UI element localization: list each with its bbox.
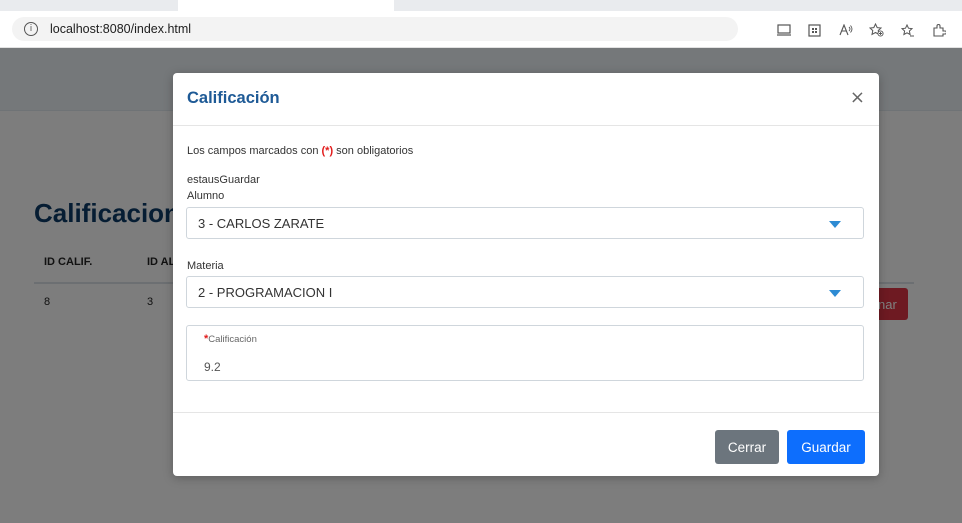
- modal-footer: Cerrar Guardar: [173, 413, 879, 477]
- favorite-add-icon[interactable]: [861, 19, 892, 41]
- extensions-icon[interactable]: [923, 19, 954, 41]
- cerrar-button[interactable]: Cerrar: [715, 430, 779, 464]
- calificacion-field[interactable]: *Calificación 9.2: [186, 325, 864, 381]
- info-icon[interactable]: i: [24, 22, 38, 36]
- active-tab[interactable]: [178, 0, 394, 11]
- modal-header: Calificación ×: [173, 73, 879, 126]
- modal-body: Los campos marcados con (*) son obligato…: [173, 126, 879, 413]
- url-text[interactable]: localhost:8080/index.html: [50, 22, 191, 36]
- alumno-selected-value: 3 - CARLOS ZARATE: [198, 216, 325, 231]
- caret-down-icon: [829, 290, 841, 297]
- grid-icon[interactable]: [799, 19, 830, 41]
- required-note-suffix: son obligatorios: [333, 145, 414, 157]
- close-icon[interactable]: ×: [850, 88, 865, 108]
- read-aloud-icon[interactable]: [830, 19, 861, 41]
- grade-modal: Calificación × Los campos marcados con (…: [173, 73, 879, 476]
- materia-label: Materia: [187, 260, 224, 272]
- modal-title: Calificación: [187, 89, 280, 107]
- favorites-icon[interactable]: [892, 19, 923, 41]
- required-marker: (*): [321, 145, 334, 157]
- required-note-prefix: Los campos marcados con: [187, 145, 322, 157]
- browser-toolbar: [768, 19, 954, 41]
- save-status-text: estausGuardar: [187, 174, 260, 186]
- calificacion-label-text: Calificación: [208, 334, 257, 345]
- address-bar: i localhost:8080/index.html: [0, 11, 962, 48]
- calificacion-input[interactable]: 9.2: [204, 360, 221, 374]
- alumno-select[interactable]: 3 - CARLOS ZARATE: [186, 207, 864, 239]
- app-available-icon[interactable]: [768, 19, 799, 41]
- alumno-label: Alumno: [187, 190, 225, 202]
- guardar-button[interactable]: Guardar: [787, 430, 865, 464]
- required-fields-note: Los campos marcados con (*) son obligato…: [187, 145, 413, 157]
- tab-strip: [0, 0, 962, 11]
- materia-select[interactable]: 2 - PROGRAMACION I: [186, 276, 864, 308]
- caret-down-icon: [829, 221, 841, 228]
- materia-selected-value: 2 - PROGRAMACION I: [198, 285, 333, 300]
- url-field[interactable]: i localhost:8080/index.html: [12, 17, 738, 41]
- calificacion-label: *Calificación: [204, 333, 257, 345]
